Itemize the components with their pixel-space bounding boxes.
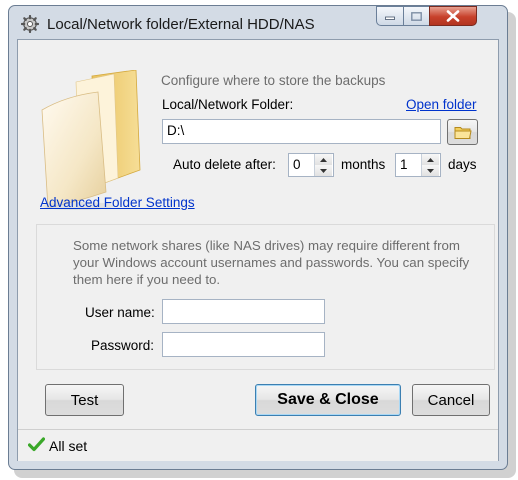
username-label: User name: xyxy=(85,305,155,320)
days-stepper[interactable]: 1 xyxy=(395,153,441,177)
username-input[interactable] xyxy=(162,299,325,324)
maximize-button[interactable] xyxy=(403,6,430,26)
maximize-icon xyxy=(411,11,422,21)
auto-delete-label: Auto delete after: xyxy=(173,157,276,172)
title-bar[interactable]: Local/Network folder/External HDD/NAS xyxy=(9,6,507,40)
save-close-button[interactable]: Save & Close xyxy=(255,384,401,416)
gear-icon xyxy=(21,15,39,33)
days-down-button[interactable] xyxy=(422,165,439,176)
chevron-up-icon xyxy=(320,157,327,162)
status-text: All set xyxy=(49,438,88,454)
status-bar: All set xyxy=(18,429,498,461)
dialog-client-area: Configure where to store the backups Loc… xyxy=(17,39,499,461)
months-label: months xyxy=(341,157,386,172)
days-label: days xyxy=(448,157,477,172)
password-label: Password: xyxy=(91,338,155,353)
checkmark-icon xyxy=(28,437,45,452)
password-input[interactable] xyxy=(162,332,325,357)
chevron-down-icon xyxy=(427,168,434,173)
days-value[interactable]: 1 xyxy=(400,157,408,172)
dialog-window: Local/Network folder/External HDD/NAS Co… xyxy=(8,5,508,470)
folder-label: Local/Network Folder: xyxy=(162,97,294,112)
folder-icon xyxy=(454,126,472,139)
months-stepper[interactable]: 0 xyxy=(288,153,334,177)
minimize-button[interactable] xyxy=(376,6,404,26)
cancel-button[interactable]: Cancel xyxy=(412,384,490,416)
months-value[interactable]: 0 xyxy=(293,157,301,172)
test-button[interactable]: Test xyxy=(45,384,124,416)
credentials-info-text: Some network shares (like NAS drives) ma… xyxy=(73,238,470,287)
advanced-folder-settings-link[interactable]: Advanced Folder Settings xyxy=(40,195,195,210)
chevron-up-icon xyxy=(427,157,434,162)
minimize-icon xyxy=(385,16,395,20)
close-button[interactable] xyxy=(429,6,477,26)
large-folder-icon xyxy=(41,70,141,210)
close-icon xyxy=(446,10,460,22)
chevron-down-icon xyxy=(320,168,327,173)
months-down-button[interactable] xyxy=(315,165,332,176)
credentials-group: Some network shares (like NAS drives) ma… xyxy=(36,224,495,370)
description-text: Configure where to store the backups xyxy=(161,73,386,88)
folder-path-input[interactable]: D:\ xyxy=(162,119,441,144)
open-folder-link[interactable]: Open folder xyxy=(406,97,477,112)
browse-folder-button[interactable] xyxy=(447,119,478,145)
window-title: Local/Network folder/External HDD/NAS xyxy=(47,16,315,33)
